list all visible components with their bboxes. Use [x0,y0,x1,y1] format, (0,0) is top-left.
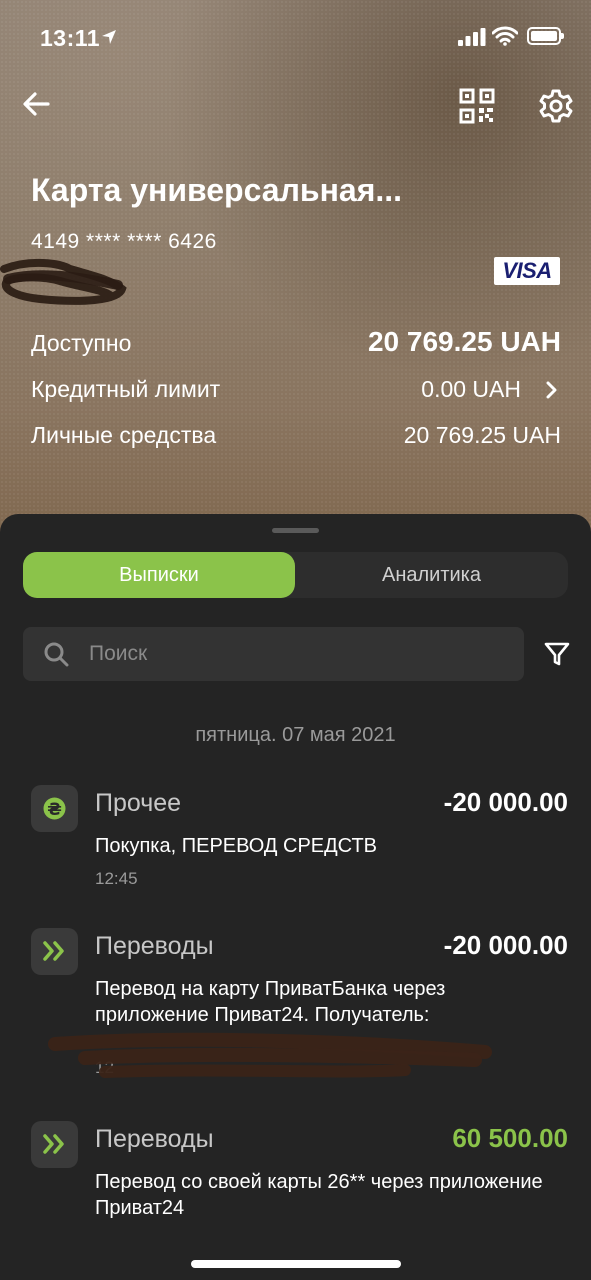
redaction-scribble [0,258,127,305]
status-time: 13:11 [40,25,101,51]
gear-icon[interactable] [538,88,574,124]
transaction-category: Переводы [95,932,214,960]
transaction-amount: 60 500.00 [452,1123,568,1153]
credit-limit-label: Кредитный лимит [31,376,221,402]
own-funds-value: 20 769.25 UAH [403,422,561,448]
status-bar: 13:11 [0,0,591,76]
transaction-category-icon: ₴ [31,785,78,832]
sheet-drag-handle[interactable] [272,528,319,533]
credit-limit-value: 0.00 UAH [421,376,521,402]
transaction-item[interactable]: ₴ Прочее -20 000.00 Покупка, ПЕРЕВОД СРЕ… [0,785,591,895]
transaction-category-icon [31,928,78,975]
transaction-category: Переводы [95,1125,214,1153]
redaction-scribble [48,1032,492,1078]
transaction-description: Покупка, ПЕРЕВОД СРЕДСТВ [95,835,378,857]
search-bar[interactable] [23,627,524,681]
date-header: пятница. 07 мая 2021 [195,724,396,746]
available-row: Доступно 20 769.25 UAH [31,326,561,362]
search-icon [44,642,69,667]
search-input[interactable] [89,627,509,681]
location-arrow-icon [102,30,116,44]
home-indicator[interactable] [191,1260,401,1268]
tab-analytics[interactable]: Аналитика [295,552,568,598]
tab-statements[interactable]: Выписки [23,552,295,598]
transaction-item[interactable]: Переводы 60 500.00 Перевод со своей карт… [0,1121,591,1241]
double-chevron-icon [43,941,64,961]
transaction-time: 12:45 [95,869,138,888]
visa-logo: VISA [494,257,560,285]
double-chevron-icon [43,1134,64,1154]
own-funds-label: Личные средства [31,422,217,448]
available-label: Доступно [31,330,132,356]
credit-limit-row[interactable]: Кредитный лимит 0.00 UAH [31,372,561,408]
chevron-right-icon[interactable] [541,380,561,400]
transaction-category-icon [31,1121,78,1168]
transaction-description: Перевод на карту ПриватБанка через прило… [95,978,446,1026]
card-title: Карта универсальная... [31,172,403,208]
card-number: 4149 **** **** 6426 [31,230,217,253]
available-value: 20 769.25 UAH [367,326,561,357]
cellular-signal-icon [458,28,486,46]
qr-code-icon[interactable] [459,88,495,124]
filter-icon[interactable] [543,640,571,668]
back-arrow-icon[interactable] [20,88,52,120]
transactions-sheet: Выписки Аналитика пятница. 07 мая 2021 ₴… [0,514,591,1280]
own-funds-row: Личные средства 20 769.25 UAH [31,418,561,454]
tabs-segmented-control: Выписки Аналитика [23,552,568,598]
transaction-amount: -20 000.00 [443,787,568,817]
hryvnia-icon: ₴ [43,797,66,820]
wifi-icon [492,26,518,46]
transaction-description: Перевод со своей карты 26** через прилож… [95,1171,543,1219]
svg-text:₴: ₴ [47,800,62,820]
battery-icon [527,27,564,45]
transaction-amount: -20 000.00 [443,930,568,960]
transaction-category: Прочее [95,789,182,817]
